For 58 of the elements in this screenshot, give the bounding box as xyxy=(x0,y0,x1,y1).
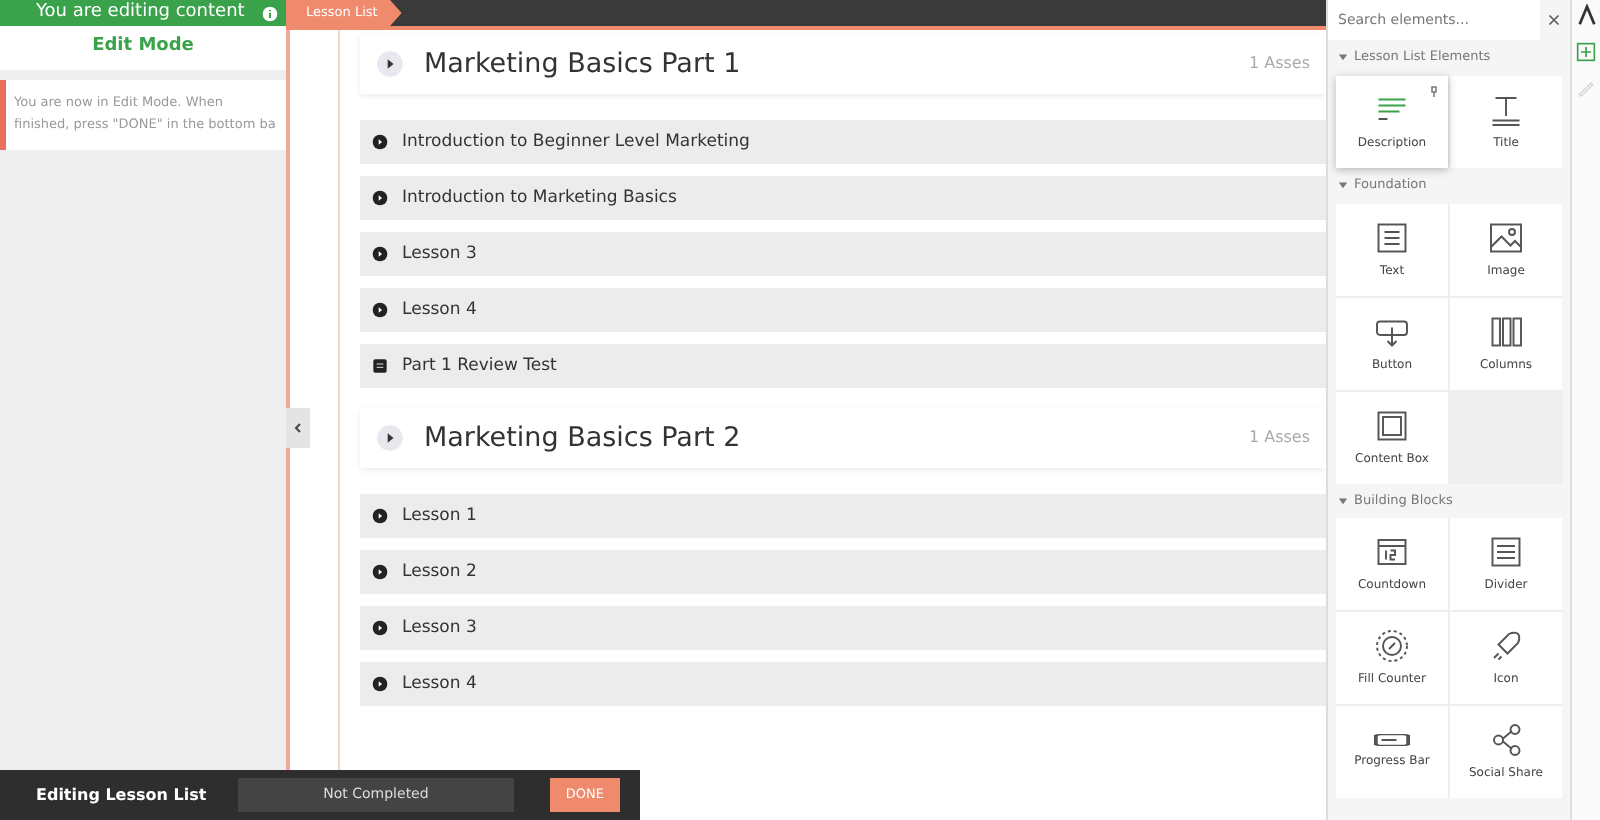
lesson-title: Introduction to Marketing Basics xyxy=(402,185,677,211)
play-icon xyxy=(372,508,388,524)
play-icon xyxy=(372,190,388,206)
share-icon xyxy=(1488,722,1524,759)
close-icon[interactable] xyxy=(1548,14,1560,26)
play-icon xyxy=(372,302,388,318)
progress-bar-icon xyxy=(1374,734,1410,747)
play-icon xyxy=(372,620,388,636)
section-header[interactable]: Marketing Basics Part 1 1 Asses xyxy=(360,34,1326,94)
columns-icon xyxy=(1488,313,1524,349)
percent-circle-icon xyxy=(1374,628,1410,665)
text-box-icon xyxy=(1374,219,1410,255)
play-icon xyxy=(372,676,388,692)
assessment-count: 1 Asses xyxy=(1248,52,1310,76)
image-icon xyxy=(1488,219,1524,255)
section-header[interactable]: Marketing Basics Part 2 1 Asses xyxy=(360,408,1326,468)
section-title: Marketing Basics Part 2 xyxy=(424,419,741,458)
lesson-row[interactable]: Lesson 4 xyxy=(360,662,1326,706)
lesson-title: Part 1 Review Test xyxy=(402,353,557,379)
chevron-left-icon xyxy=(292,419,304,436)
box-icon xyxy=(1374,407,1410,443)
letter-t-icon xyxy=(1488,91,1524,128)
lesson-row[interactable]: Introduction to Marketing Basics xyxy=(360,176,1326,220)
lesson-row[interactable]: Lesson 2 xyxy=(360,550,1326,594)
lesson-row[interactable]: Part 1 Review Test xyxy=(360,344,1326,388)
lesson-row[interactable]: Lesson 3 xyxy=(360,232,1326,276)
lesson-title: Lesson 1 xyxy=(402,503,477,529)
lesson-row[interactable]: Lesson 4 xyxy=(360,288,1326,332)
lesson-title: Lesson 3 xyxy=(402,241,477,267)
lesson-title: Introduction to Beginner Level Marketing xyxy=(402,129,750,155)
lesson-title: Lesson 4 xyxy=(402,671,477,697)
rocket-icon xyxy=(1488,628,1524,665)
panel-heading: Edit Mode xyxy=(0,26,286,69)
caret-icon[interactable] xyxy=(1338,180,1348,191)
play-icon xyxy=(372,246,388,262)
square-icon xyxy=(372,358,388,374)
play-icon xyxy=(372,134,388,150)
play-icon xyxy=(372,564,388,580)
section-title: Marketing Basics Part 1 xyxy=(424,45,741,84)
plus-icon[interactable] xyxy=(1576,42,1596,62)
play-icon xyxy=(376,424,404,452)
caret-icon[interactable] xyxy=(1338,52,1348,63)
lesson-row[interactable]: Lesson 1 xyxy=(360,494,1326,538)
calendar-icon xyxy=(1374,534,1410,571)
assessment-count: 1 Asses xyxy=(1248,426,1310,450)
play-icon xyxy=(376,50,404,78)
lesson-title: Lesson 3 xyxy=(402,615,477,641)
lesson-row[interactable]: Lesson 3 xyxy=(360,606,1326,650)
pin-icon xyxy=(1428,83,1440,100)
caret-icon[interactable] xyxy=(1338,495,1348,506)
lesson-title: Lesson 4 xyxy=(402,297,477,323)
lesson-row[interactable]: Introduction to Beginner Level Marketing xyxy=(360,120,1326,164)
collapse-handle[interactable] xyxy=(286,408,310,448)
banner-text: You are editing content xyxy=(36,0,245,26)
lesson-title: Lesson 2 xyxy=(402,559,477,585)
logo-icon xyxy=(1575,4,1597,26)
bar-title: Editing Lesson List xyxy=(36,783,207,807)
info-icon xyxy=(262,5,278,21)
